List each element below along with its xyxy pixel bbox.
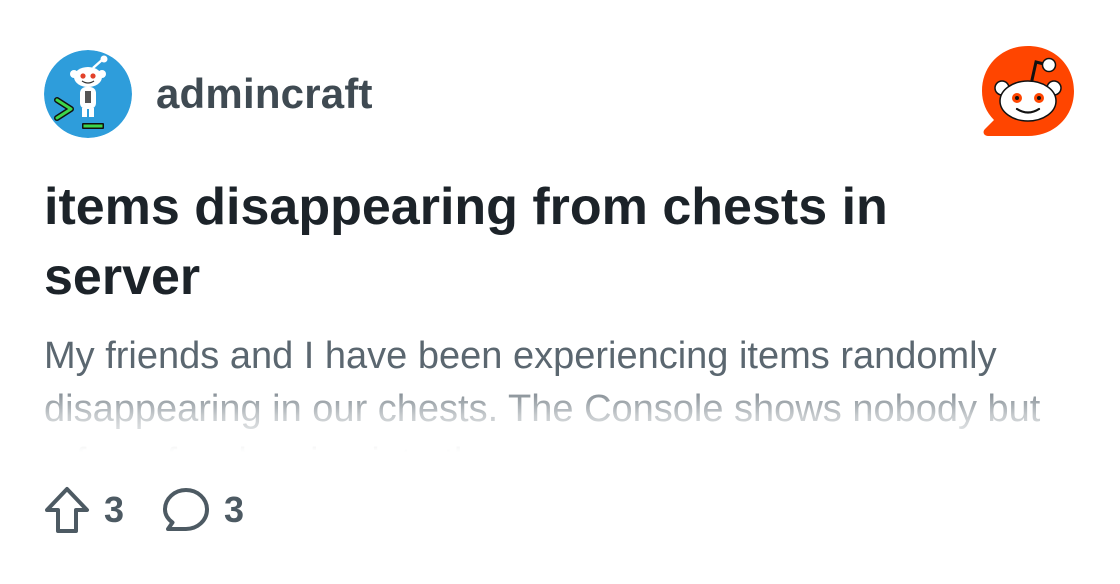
- reddit-logo-icon[interactable]: [980, 44, 1076, 140]
- post-header: admincraft: [44, 50, 373, 138]
- post-card[interactable]: admincraft items disappearing from chest…: [0, 0, 1120, 584]
- upvote-count: 3: [104, 489, 125, 530]
- comment-bubble-icon: [162, 486, 210, 534]
- upvote-arrow-icon: [44, 486, 90, 534]
- post-stats: 3 3: [44, 484, 282, 536]
- snoo-terminal-avatar-icon[interactable]: [44, 50, 132, 138]
- upvote-button[interactable]: 3: [44, 486, 124, 534]
- post-body-preview: My friends and I have been experiencing …: [44, 335, 1041, 452]
- comments-button[interactable]: 3: [162, 486, 244, 534]
- subreddit-name[interactable]: admincraft: [156, 70, 373, 118]
- post-title[interactable]: items disappearing from chests in server: [44, 172, 1044, 312]
- comment-count: 3: [224, 489, 245, 530]
